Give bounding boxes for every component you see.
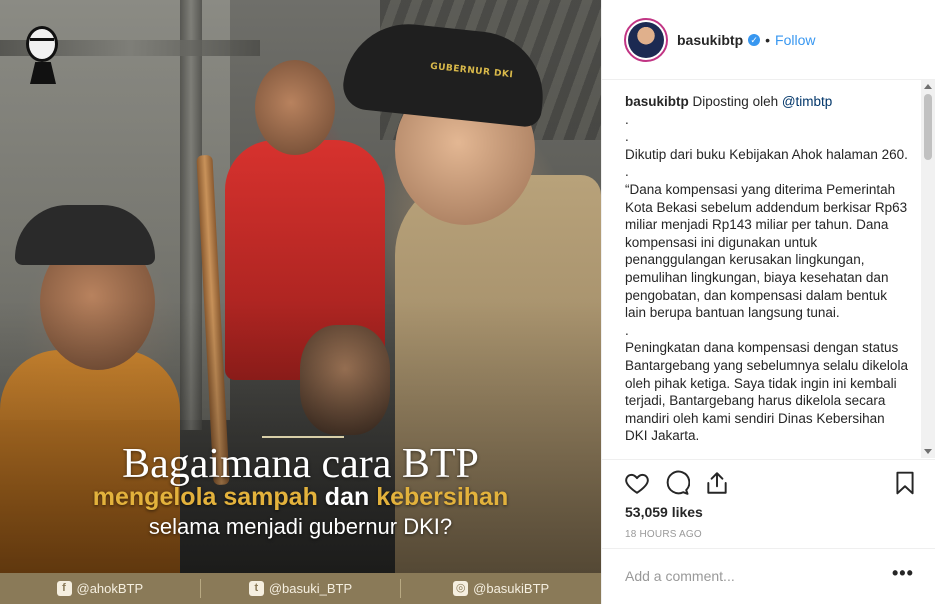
footer-instagram: ◎ @basukiBTP (401, 579, 601, 598)
scroll-up-icon[interactable] (924, 84, 932, 89)
comment-icon[interactable] (664, 470, 690, 496)
headline-line-1: Bagaimana cara BTP (122, 441, 479, 487)
action-icon-row (624, 470, 920, 496)
header-username[interactable]: basukibtp (677, 32, 743, 48)
btp-logo-icon (22, 22, 62, 86)
twitter-icon: t (248, 581, 264, 596)
comment-input[interactable] (625, 568, 875, 584)
verified-badge-icon: ✓ (748, 33, 761, 46)
header-separator: • (765, 31, 771, 48)
caption-intro: Diposting oleh (692, 94, 782, 109)
headline-line-3: selama menjadi gubernur DKI? (148, 514, 453, 539)
avatar[interactable] (624, 17, 668, 62)
likes-count[interactable]: 53,059 likes (625, 504, 703, 520)
facebook-icon: f (56, 581, 72, 596)
photo-footer-bar: f @ahokBTP t @basuki_BTP ◎ @basukiBTP (0, 573, 601, 604)
footer-facebook: f @ahokBTP (0, 579, 201, 598)
caption-username[interactable]: basukibtp (625, 94, 689, 109)
bookmark-icon[interactable] (892, 470, 918, 496)
share-icon[interactable] (704, 470, 730, 496)
caption-mention-link[interactable]: @timbtp (782, 94, 832, 109)
instagram-icon: ◎ (453, 581, 469, 596)
post-header: basukibtp ✓ • Follow (602, 0, 935, 80)
headline-white: dan (317, 483, 377, 511)
footer-twitter: t @basuki_BTP (201, 579, 402, 598)
headline-gold-a: mengelola sampah (92, 483, 318, 511)
footer-instagram-label: @basukiBTP (473, 581, 550, 596)
post-actions: 53,059 likes 18 HOURS AGO ••• (602, 459, 935, 589)
caption-text: basukibtp Diposting oleh @timbtp . . Dik… (625, 93, 910, 445)
headline-divider (262, 436, 344, 438)
headline-line-2: mengelola sampah dan kebersihan (0, 483, 601, 512)
photo-cameraman-head (255, 60, 335, 155)
headline-gold-b: kebersihan (376, 483, 509, 511)
footer-twitter-label: @basuki_BTP (268, 581, 353, 596)
scroll-down-icon[interactable] (924, 449, 932, 454)
caption-area: basukibtp Diposting oleh @timbtp . . Dik… (625, 93, 910, 458)
post-side-panel: basukibtp ✓ • Follow basukibtp Diposting… (601, 0, 935, 604)
follow-button[interactable]: Follow (775, 32, 815, 48)
caption-body: . . Dikutip dari buku Kebijakan Ahok hal… (625, 111, 908, 444)
post-timestamp[interactable]: 18 HOURS AGO (625, 529, 702, 540)
caption-scrollbar[interactable] (921, 80, 935, 458)
scroll-thumb[interactable] (924, 94, 932, 160)
comment-box: ••• (602, 548, 935, 604)
footer-facebook-label: @ahokBTP (76, 581, 144, 596)
heart-icon[interactable] (624, 470, 650, 496)
post-image[interactable]: GUBERNUR DKI Bagaimana cara BTP mengelol… (0, 0, 601, 604)
more-options-icon[interactable]: ••• (892, 563, 914, 584)
avatar-image (628, 21, 664, 58)
